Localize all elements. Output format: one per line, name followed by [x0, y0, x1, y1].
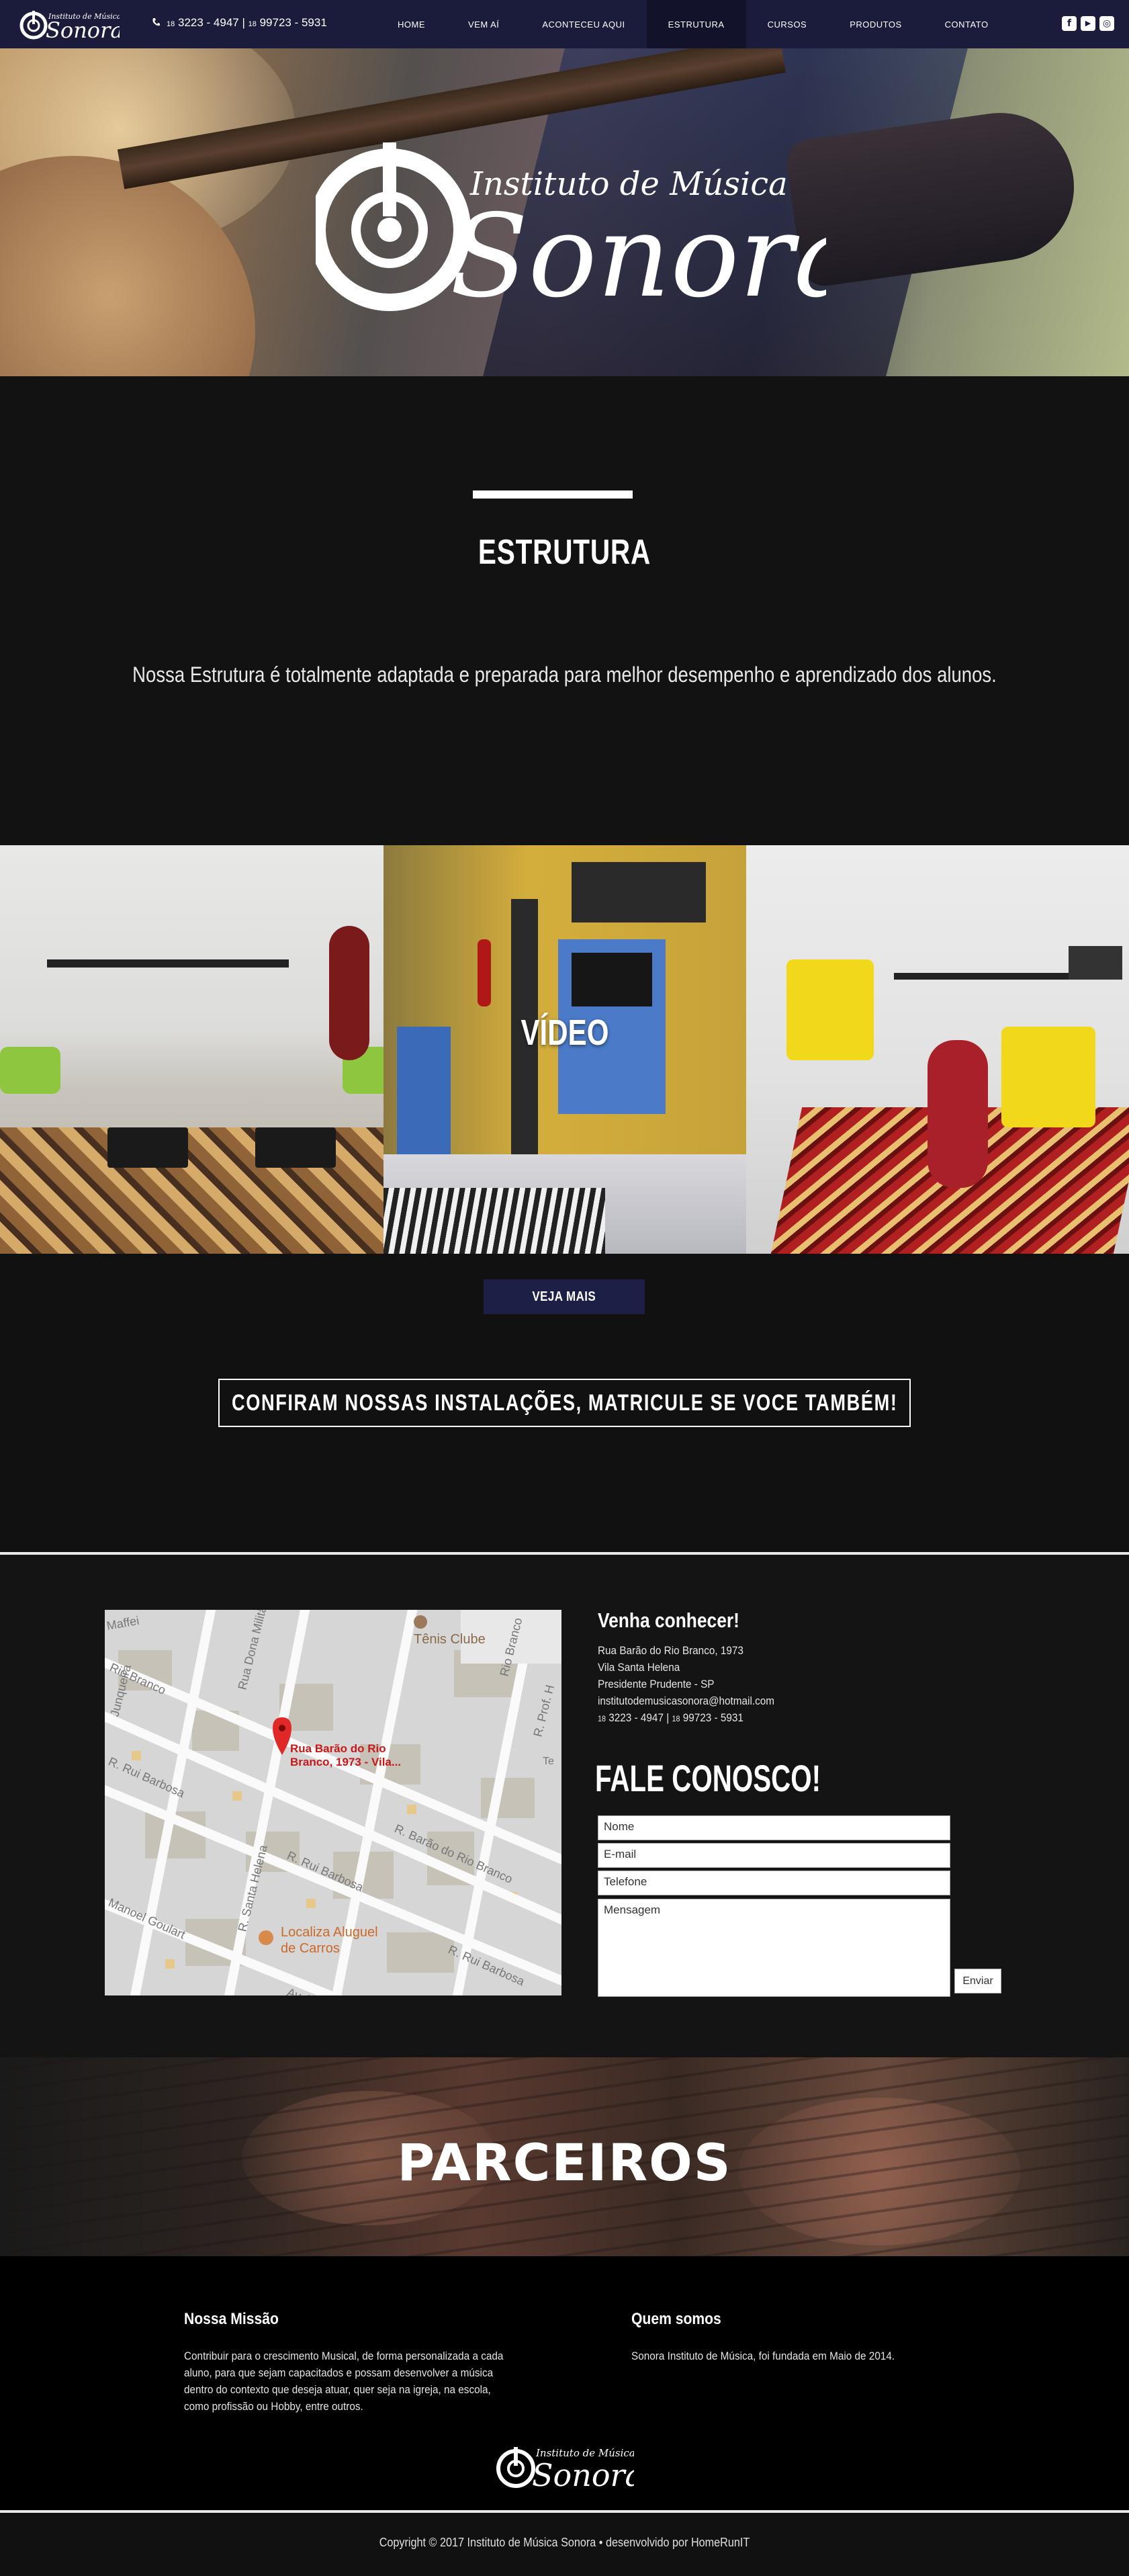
map-street: Te	[543, 1756, 554, 1767]
section-title: ESTRUTURA	[478, 533, 651, 572]
copyright-text: Copyright © 2017 Instituto de Música Son…	[379, 2536, 750, 2549]
contact-phone-ddd1: 18	[598, 1714, 606, 1723]
phone-field[interactable]: Telefone	[598, 1871, 950, 1895]
footer: Nossa Missão Contribuir para o crescimen…	[0, 2256, 1129, 2510]
contact-phone-ddd2: 18	[672, 1714, 680, 1723]
contact-heading: Venha conhecer!	[598, 1608, 739, 1632]
map-label-localiza-2: de Carros	[281, 1941, 340, 1956]
menu-aconteceu-aqui[interactable]: ACONTECEU AQUI	[521, 0, 646, 48]
nav-phone1: 3223 - 4947 |	[177, 16, 245, 29]
phone-icon	[152, 18, 160, 26]
mission-text: Contribuir para o crescimento Musical, d…	[184, 2350, 504, 2413]
youtube-icon[interactable]	[1081, 16, 1095, 31]
top-nav: Instituto de Música Sonora 18 3223 - 494…	[0, 0, 1129, 48]
veja-mais-label: VEJA MAIS	[532, 1289, 596, 1304]
copyright-bar: Copyright © 2017 Instituto de Música Son…	[0, 2510, 1129, 2576]
cta-banner: CONFIRAM NOSSAS INSTALAÇÕES, MATRICULE S…	[218, 1379, 911, 1427]
photo-pedalboard	[107, 1127, 188, 1168]
menu-estrutura[interactable]: ESTRUTURA	[646, 0, 746, 48]
gallery: VÍDEO	[0, 845, 1129, 1254]
address-line: Presidente Prudente - SP	[598, 1678, 715, 1690]
instagram-icon[interactable]	[1099, 16, 1114, 31]
email-field[interactable]: E-mail	[598, 1843, 950, 1868]
gallery-video[interactable]: VÍDEO	[383, 845, 746, 1254]
contact-email[interactable]: institutodemusicasonora@hotmail.com	[598, 1692, 960, 1709]
veja-mais-button[interactable]: VEJA MAIS	[484, 1279, 645, 1314]
contact-info: Venha conhecer! Rua Barão do Rio Branco,…	[598, 1608, 1001, 1727]
address-line: Rua Barão do Rio Branco, 1973	[598, 1644, 743, 1657]
menu-cursos[interactable]: CURSOS	[746, 0, 829, 48]
section-divider-bar	[473, 490, 633, 499]
menu-contato[interactable]: CONTATO	[923, 0, 1010, 48]
hero-logo-name: Sonora	[450, 190, 826, 317]
partners-banner: PARCEIROS	[0, 2057, 1129, 2256]
name-field[interactable]: Nome	[598, 1815, 950, 1840]
photo-tv	[572, 953, 652, 1006]
about-column: Quem somos Sonora Instituto de Música, f…	[631, 2310, 954, 2364]
photo-chair	[0, 1047, 60, 1094]
photo-guitar	[928, 1040, 988, 1188]
map-pin-label-2: Branco, 1973 - Vila...	[290, 1756, 401, 1768]
mission-title: Nossa Missão	[184, 2310, 279, 2328]
cta-banner-text: CONFIRAM NOSSAS INSTALAÇÕES, MATRICULE S…	[231, 1389, 898, 1416]
sonora-logo[interactable]: Instituto de Música Sonora	[19, 5, 120, 43]
footer-logo[interactable]: Instituto de Música Sonora	[496, 2438, 634, 2494]
nav-phone2: 99723 - 5931	[259, 16, 327, 29]
about-title: Quem somos	[631, 2310, 721, 2328]
gallery-photo-3[interactable]	[746, 845, 1129, 1254]
menu-vem-ai[interactable]: VEM AÍ	[447, 0, 521, 48]
social-links	[1062, 16, 1114, 31]
address-block: Rua Barão do Rio Branco, 1973 Vila Santa…	[598, 1642, 960, 1727]
nav-phone: 18 3223 - 4947 | 18 99723 - 5931	[152, 16, 327, 30]
contact-phone2: 99723 - 5931	[682, 1711, 743, 1724]
address-line: Vila Santa Helena	[598, 1661, 680, 1674]
estrutura-section: ESTRUTURA Nossa Estrutura é totalmente a…	[0, 376, 1129, 845]
menu-produtos[interactable]: PRODUTOS	[828, 0, 923, 48]
footer-logo-name: Sonora	[532, 2457, 634, 2493]
photo-table	[47, 959, 289, 968]
map-pin-label-1: Rua Barão do Rio	[290, 1742, 386, 1755]
hero-logo: Instituto de Música Sonora	[316, 142, 826, 317]
location-map[interactable]: Tênis Clube Maffei Rio Branco R. Rui Bar…	[105, 1610, 561, 1995]
map-label-localiza: Localiza Aluguel	[281, 1925, 378, 1940]
photo-extinguisher	[478, 939, 491, 1006]
video-label: VÍDEO	[521, 1013, 609, 1053]
hero-banner: Instituto de Música Sonora	[0, 48, 1129, 376]
photo-rug	[383, 1188, 605, 1254]
section-description: Nossa Estrutura é totalmente adaptada e …	[132, 662, 997, 687]
about-text: Sonora Instituto de Música, foi fundada …	[631, 2350, 895, 2362]
main-menu: HOME VEM AÍ ACONTECEU AQUI ESTRUTURA CUR…	[376, 0, 1010, 48]
photo-sign	[572, 862, 706, 922]
map-canvas[interactable]: Tênis Clube Maffei Rio Branco R. Rui Bar…	[105, 1610, 561, 1995]
nav-phone-ddd1: 18	[167, 20, 175, 28]
nav-phone-ddd2: 18	[248, 20, 257, 28]
message-field[interactable]: Mensagem	[598, 1899, 950, 1997]
mission-column: Nossa Missão Contribuir para o crescimen…	[184, 2310, 506, 2415]
photo-pedalboard	[255, 1127, 336, 1168]
gallery-photo-1[interactable]	[0, 845, 383, 1254]
photo-laptop	[1069, 946, 1122, 980]
photo-chair	[1001, 1027, 1095, 1127]
menu-home[interactable]: HOME	[376, 0, 447, 48]
facebook-icon[interactable]	[1062, 16, 1077, 31]
logo-name: Sonora	[46, 17, 120, 43]
partners-title: PARCEIROS	[397, 2133, 732, 2192]
photo-guitar	[329, 926, 369, 1060]
map-label-tenis: Tênis Clube	[414, 1632, 486, 1647]
form-title: FALE CONOSCO!	[595, 1757, 821, 1799]
submit-button[interactable]: Enviar	[954, 1969, 1001, 1993]
contact-phone1: 3223 - 4947 |	[608, 1711, 670, 1724]
contact-phone: 18 3223 - 4947 | 18 99723 - 5931	[598, 1709, 960, 1727]
photo-chair	[786, 959, 874, 1060]
